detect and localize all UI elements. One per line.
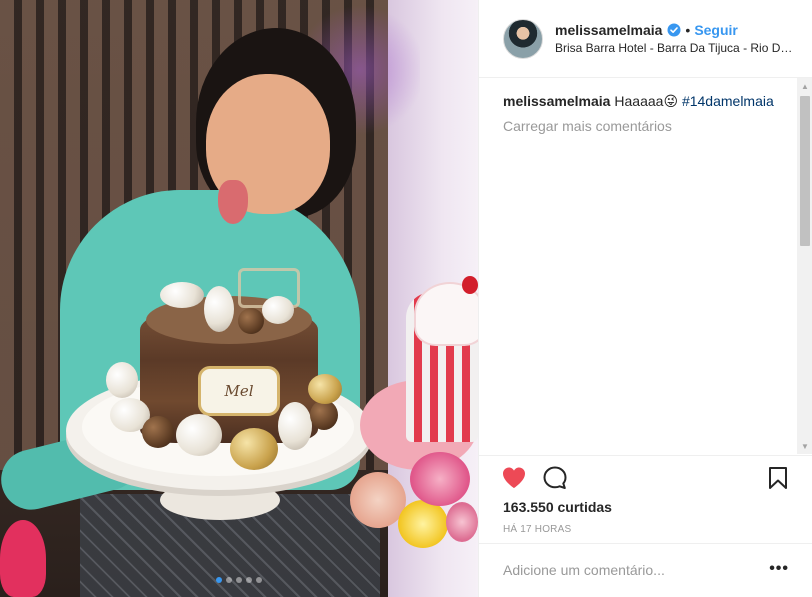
post-caption: melissamelmaia Haaaaa😜 #14damelmaia <box>503 92 783 110</box>
caption-text: Haaaaa😜 <box>614 93 679 109</box>
add-comment-bar: ••• <box>479 543 812 597</box>
flamingo-figurine <box>0 520 46 597</box>
scroll-up-arrow-icon[interactable]: ▲ <box>797 78 812 94</box>
scroll-thumb[interactable] <box>800 96 810 246</box>
caption-author-link[interactable]: melissamelmaia <box>503 93 610 109</box>
more-options-icon[interactable]: ••• <box>769 560 789 578</box>
cake-decoration <box>310 400 338 430</box>
carousel-dot[interactable] <box>216 577 222 583</box>
bookmark-icon[interactable] <box>765 465 791 491</box>
flower <box>410 452 470 506</box>
username-link[interactable]: melissamelmaia <box>555 22 662 38</box>
post-header: melissamelmaia • Seguir Brisa Barra Hote… <box>479 0 812 78</box>
likes-count[interactable]: 163.550 curtidas <box>503 499 612 515</box>
cake-decoration <box>142 416 174 448</box>
cake-decoration <box>106 362 138 398</box>
girl-tongue <box>218 180 248 224</box>
flower <box>446 502 478 542</box>
cake-decoration <box>278 402 312 450</box>
heart-icon[interactable] <box>501 465 527 491</box>
scroll-down-arrow-icon[interactable]: ▼ <box>797 438 812 454</box>
comments-section: melissamelmaia Haaaaa😜 #14damelmaia Carre… <box>479 78 812 454</box>
carousel-indicator <box>0 577 478 583</box>
load-more-comments-button[interactable]: Carregar mais comentários <box>503 118 672 134</box>
cake-decoration <box>230 428 278 470</box>
avatar[interactable] <box>503 19 543 59</box>
comments-scrollbar[interactable]: ▲ ▼ <box>797 78 812 454</box>
comment-bubble-icon[interactable] <box>542 465 568 491</box>
cake-decoration <box>176 414 222 456</box>
cake-name-tag: Mel <box>198 366 280 416</box>
location-link[interactable]: Brisa Barra Hotel - Barra Da Tijuca - Ri… <box>555 41 795 55</box>
carousel-dot[interactable] <box>256 577 262 583</box>
flower <box>398 500 448 548</box>
username-row: melissamelmaia • Seguir <box>555 22 738 38</box>
carousel-dot[interactable] <box>246 577 252 583</box>
cake-decoration <box>160 282 204 308</box>
verified-badge-icon <box>667 23 681 37</box>
cake-decoration <box>262 296 294 324</box>
post-timestamp[interactable]: HÁ 17 HORAS <box>503 524 571 535</box>
carousel-dot[interactable] <box>226 577 232 583</box>
hashtag-link[interactable]: #14damelmaia <box>682 93 774 109</box>
comment-input[interactable] <box>503 562 753 578</box>
follow-button[interactable]: Seguir <box>694 22 738 38</box>
cake-decoration <box>308 374 342 404</box>
cherry <box>462 276 478 294</box>
carousel-dot[interactable] <box>236 577 242 583</box>
cake-decoration <box>238 308 264 334</box>
post-photo[interactable]: Mel <box>0 0 478 597</box>
cake-decoration <box>204 286 234 332</box>
post-side-panel: melissamelmaia • Seguir Brisa Barra Hote… <box>478 0 812 597</box>
post-actions: 163.550 curtidas HÁ 17 HORAS <box>479 455 812 543</box>
flower-bouquet <box>350 452 478 562</box>
separator-dot: • <box>685 22 691 38</box>
